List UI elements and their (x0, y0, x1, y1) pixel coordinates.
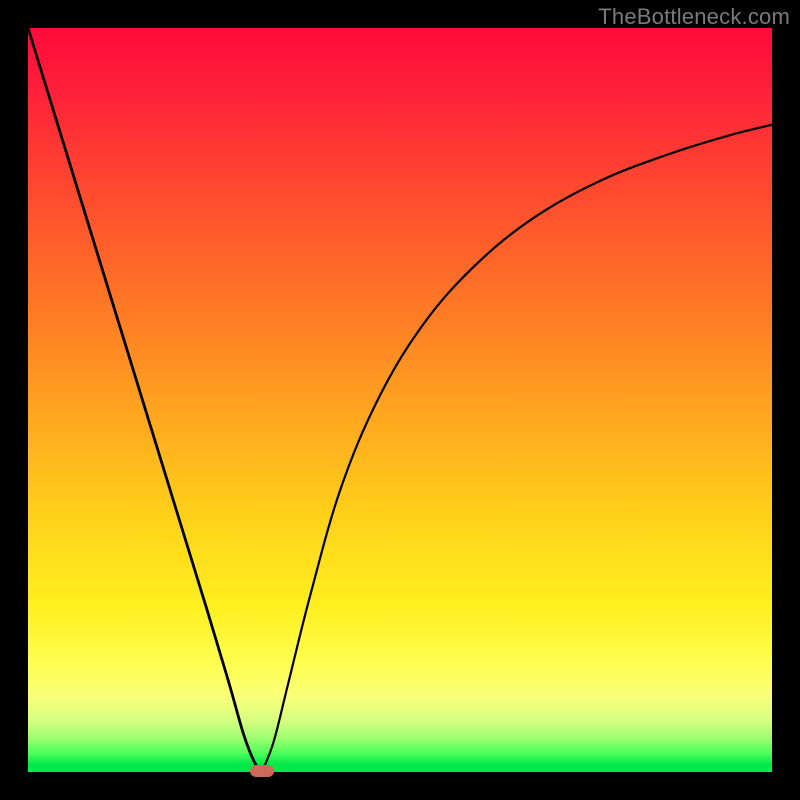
curve-svg (28, 28, 772, 772)
plot-area (28, 28, 772, 772)
chart-frame: TheBottleneck.com (0, 0, 800, 800)
min-marker (250, 765, 274, 777)
watermark-text: TheBottleneck.com (598, 4, 790, 30)
curve-right (262, 125, 772, 771)
curve-left (28, 28, 262, 771)
